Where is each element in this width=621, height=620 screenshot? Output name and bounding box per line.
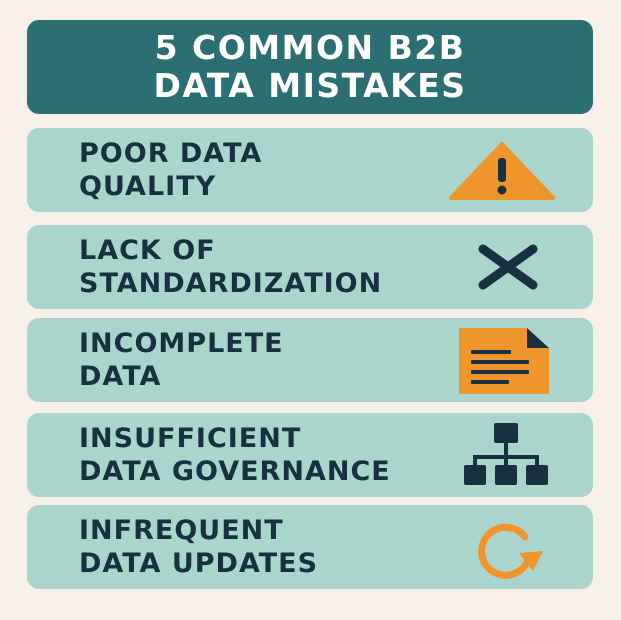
mistake-card-poor-data-quality: POOR DATA QUALITY — [27, 128, 593, 212]
x-mark-icon — [478, 244, 538, 290]
card-label-line-1: INCOMPLETE — [79, 328, 284, 359]
mistake-card-insufficient-data-governance: INSUFFICIENT DATA GOVERNANCE — [27, 413, 593, 497]
mistake-card-infrequent-data-updates: INFREQUENT DATA UPDATES — [27, 505, 593, 589]
card-label: POOR DATA QUALITY — [79, 137, 262, 203]
card-label-line-2: DATA UPDATES — [79, 548, 319, 579]
warning-triangle-icon — [449, 142, 555, 200]
card-label: INCOMPLETE DATA — [79, 327, 284, 393]
mistake-card-incomplete-data: INCOMPLETE DATA — [27, 318, 593, 402]
title-line-2: DATA MISTAKES — [153, 66, 467, 105]
card-label-line-1: INSUFFICIENT — [79, 423, 302, 454]
hierarchy-icon — [464, 423, 548, 485]
document-icon — [459, 328, 549, 394]
card-label: LACK OF STANDARDIZATION — [79, 234, 382, 300]
title-line-1: 5 COMMON B2B — [154, 28, 466, 67]
card-label-line-2: QUALITY — [79, 171, 217, 202]
card-label-line-2: DATA GOVERNANCE — [79, 456, 391, 487]
card-label-line-2: DATA — [79, 361, 162, 392]
card-label-line-1: POOR DATA — [79, 138, 263, 169]
title-banner: 5 COMMON B2B DATA MISTAKES — [27, 20, 593, 114]
card-label-line-2: STANDARDIZATION — [79, 268, 383, 299]
card-label-line-1: INFREQUENT — [79, 515, 284, 546]
card-label: INSUFFICIENT DATA GOVERNANCE — [79, 422, 391, 488]
card-label: INFREQUENT DATA UPDATES — [79, 514, 318, 580]
mistake-card-lack-of-standardization: LACK OF STANDARDIZATION — [27, 225, 593, 309]
card-label-line-1: LACK OF — [79, 235, 216, 266]
refresh-arrow-icon — [478, 523, 543, 579]
